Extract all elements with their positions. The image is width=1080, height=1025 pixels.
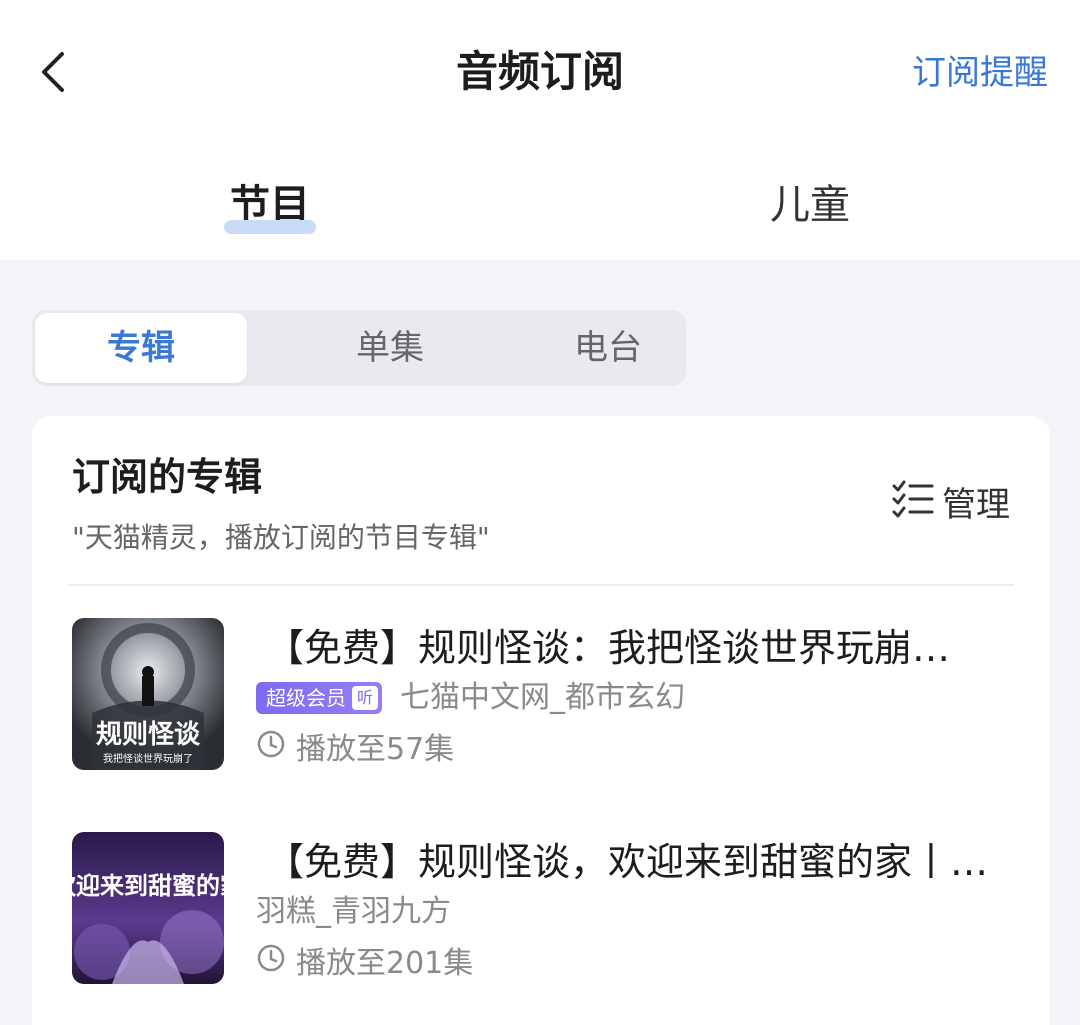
album-author: 七猫中文网_都市玄幻 xyxy=(400,680,685,715)
cover-title-text: 欢迎来到甜蜜的家 xyxy=(72,872,224,900)
cover-subtitle-text: 我把怪谈世界玩崩了 xyxy=(103,752,193,765)
play-progress-text: 播放至57集 xyxy=(296,732,455,767)
clock-icon xyxy=(256,943,286,977)
play-progress: 播放至201集 xyxy=(256,940,474,981)
tab-children[interactable]: 儿童 xyxy=(770,178,850,232)
divider xyxy=(68,584,1014,586)
vip-badge: 超级会员 听 xyxy=(256,682,382,714)
subscribe-reminder-link[interactable]: 订阅提醒 xyxy=(912,50,1048,96)
album-item[interactable]: 规则怪谈 我把怪谈世界玩崩了 【免费】规则怪谈：我把怪谈世界玩崩… 超级会员 听… xyxy=(72,618,1012,770)
album-meta: 羽糕_青羽九方 xyxy=(256,892,451,932)
album-cover: 欢迎来到甜蜜的家 xyxy=(72,832,224,984)
segment-radio[interactable]: 电台 xyxy=(502,313,714,383)
album-cover: 规则怪谈 我把怪谈世界玩崩了 xyxy=(72,618,224,770)
manage-label: 管理 xyxy=(942,484,1010,525)
checklist-icon xyxy=(892,480,934,522)
play-progress: 播放至57集 xyxy=(256,726,455,767)
album-item[interactable]: 欢迎来到甜蜜的家 【免费】规则怪谈，欢迎来到甜蜜的家丨… 羽糕_青羽九方 播放至… xyxy=(72,832,1012,984)
cover-title-text: 规则怪谈 xyxy=(96,720,201,750)
album-author: 羽糕_青羽九方 xyxy=(256,894,451,929)
listen-icon: 听 xyxy=(352,686,378,710)
card-title: 订阅的专辑 xyxy=(72,455,263,499)
top-area xyxy=(0,0,1080,260)
segment-episodes[interactable]: 单集 xyxy=(284,313,496,383)
album-meta: 超级会员 听 七猫中文网_都市玄幻 xyxy=(256,678,685,718)
segmented-control: 专辑 单集 电台 xyxy=(32,310,686,386)
subscribed-albums-card: 订阅的专辑 "天猫精灵，播放订阅的节目专辑" 管理 规则怪谈 我把怪谈世界玩崩了… xyxy=(32,416,1050,1025)
clock-icon xyxy=(256,729,286,763)
manage-button[interactable]: 管理 xyxy=(892,476,1010,526)
card-subtitle: "天猫精灵，播放订阅的节目专辑" xyxy=(72,521,490,554)
segment-albums[interactable]: 专辑 xyxy=(35,313,247,383)
tab-active-indicator xyxy=(224,220,316,234)
album-title: 【免费】规则怪谈：我把怪谈世界玩崩… xyxy=(266,626,951,670)
play-progress-text: 播放至201集 xyxy=(296,946,474,981)
album-title: 【免费】规则怪谈，欢迎来到甜蜜的家丨… xyxy=(266,840,989,884)
vip-badge-label: 超级会员 xyxy=(266,686,346,710)
